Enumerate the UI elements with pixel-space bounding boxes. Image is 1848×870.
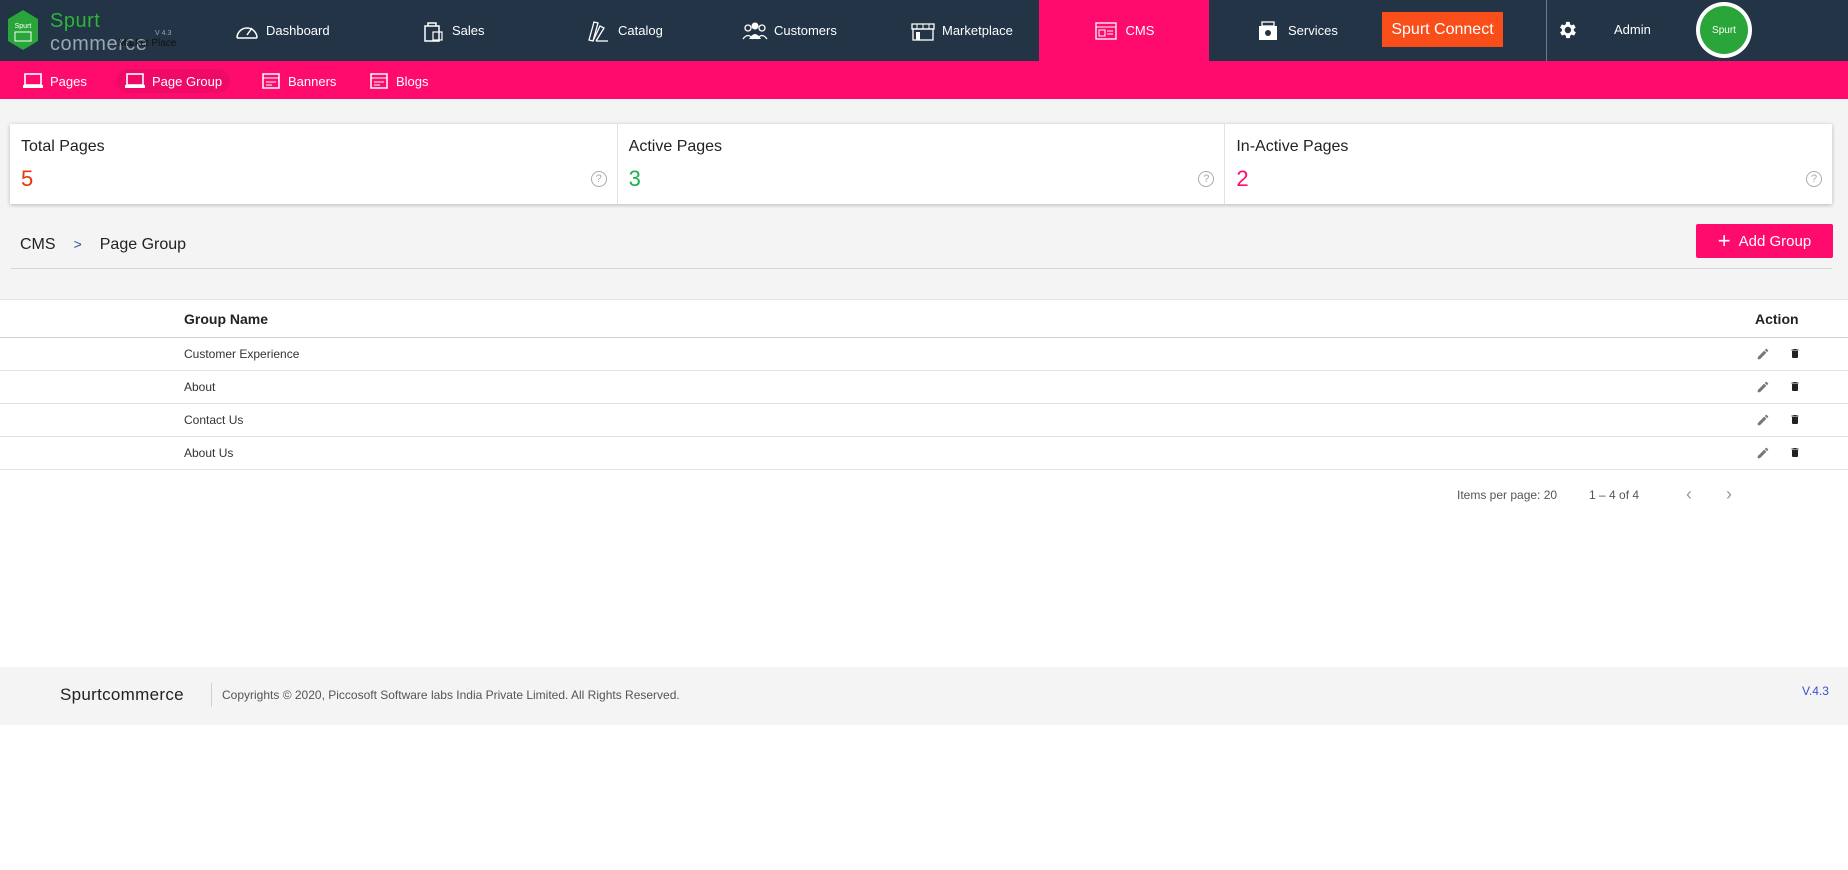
delete-trash-icon[interactable] xyxy=(1789,379,1801,394)
svg-text:Spurt: Spurt xyxy=(15,23,32,30)
logo-wordmark: Spurt commerce xyxy=(50,10,148,55)
cms-document-icon xyxy=(1094,21,1117,40)
footer-brand: Spurtcommerce xyxy=(60,685,184,704)
logo-version: V 4.3 xyxy=(155,30,172,37)
logo[interactable]: Spurt Spurt commerce V 4.3 Market Place xyxy=(0,0,196,61)
blog-icon xyxy=(370,73,388,89)
group-name-cell: Contact Us xyxy=(184,413,244,427)
add-group-button[interactable]: + Add Group xyxy=(1696,224,1833,258)
stat-value: 3 xyxy=(628,166,641,191)
next-page-icon[interactable]: › xyxy=(1726,484,1732,505)
laptop-icon xyxy=(125,73,145,88)
section-divider xyxy=(10,268,1832,269)
stat-inactive-pages: In-Active Pages 2 ? xyxy=(1225,124,1832,204)
delete-trash-icon[interactable] xyxy=(1789,445,1801,460)
spurt-connect-button[interactable]: Spurt Connect xyxy=(1382,12,1503,47)
catalog-swatch-icon xyxy=(588,20,608,42)
group-name-cell: About xyxy=(184,380,216,394)
nav-services[interactable]: Services xyxy=(1256,0,1338,61)
breadcrumb-separator: > xyxy=(73,236,82,252)
avatar[interactable]: Spurt xyxy=(1696,2,1752,58)
subnav-pages[interactable]: Pages xyxy=(14,69,95,93)
table-header: Group Name Action xyxy=(0,300,1848,338)
breadcrumb: CMS > Page Group xyxy=(20,236,186,254)
marketplace-store-icon xyxy=(911,22,935,41)
edit-pencil-icon[interactable] xyxy=(1756,446,1770,460)
footer-version: V.4.3 xyxy=(1802,684,1829,698)
help-icon[interactable]: ? xyxy=(1806,171,1823,187)
column-header-group-name[interactable]: Group Name xyxy=(184,311,268,327)
prev-page-icon[interactable]: ‹ xyxy=(1686,484,1692,505)
group-name-cell: Customer Experience xyxy=(184,347,300,361)
edit-pencil-icon[interactable] xyxy=(1756,413,1770,427)
dashboard-gauge-icon xyxy=(236,26,258,39)
page-group-table: Group Name Action Customer Experience Ab… xyxy=(0,299,1848,470)
stat-value: 2 xyxy=(1236,166,1249,191)
nav-catalog[interactable]: Catalog xyxy=(586,0,663,61)
logo-subtitle: Market Place xyxy=(118,38,177,49)
cms-subnav: Pages Page Group Banners Blogs xyxy=(0,61,1848,99)
items-per-page[interactable]: Items per page: 20 xyxy=(1457,488,1557,502)
subnav-blogs[interactable]: Blogs xyxy=(360,69,437,93)
stat-active-pages: Active Pages 3 ? xyxy=(618,124,1226,204)
table-row: Contact Us xyxy=(0,404,1848,437)
stats-panel: Total Pages 5 ? Active Pages 3 ? In-Acti… xyxy=(10,124,1832,204)
footer-divider xyxy=(211,683,212,707)
plus-icon: + xyxy=(1717,228,1731,253)
subnav-banners[interactable]: Banners xyxy=(252,69,344,93)
delete-trash-icon[interactable] xyxy=(1789,412,1801,427)
nav-customers[interactable]: Customers xyxy=(742,0,837,61)
table-row: About Us xyxy=(0,437,1848,470)
table-row: About xyxy=(0,371,1848,404)
edit-pencil-icon[interactable] xyxy=(1756,380,1770,394)
help-icon[interactable]: ? xyxy=(1198,171,1215,187)
nav-dashboard[interactable]: Dashboard xyxy=(234,0,330,61)
laptop-icon xyxy=(23,73,43,88)
nav-marketplace[interactable]: Marketplace xyxy=(910,0,1013,61)
delete-trash-icon[interactable] xyxy=(1789,346,1801,361)
gear-icon[interactable] xyxy=(1556,19,1578,41)
customers-group-icon xyxy=(742,22,768,39)
nav-cms[interactable]: CMS xyxy=(1039,0,1209,61)
breadcrumb-cms[interactable]: CMS xyxy=(20,236,56,254)
page-range: 1 – 4 of 4 xyxy=(1589,488,1640,502)
banner-icon xyxy=(262,73,280,89)
services-icon xyxy=(1259,20,1277,40)
group-name-cell: About Us xyxy=(184,446,234,460)
top-navbar: Spurt Spurt commerce V 4.3 Market Place … xyxy=(0,0,1848,61)
footer-copyright: Copyrights © 2020, Piccosoft Software la… xyxy=(222,688,680,702)
stat-total-pages: Total Pages 5 ? xyxy=(10,124,618,204)
avatar-logo: Spurt xyxy=(1700,6,1748,54)
nav-sales[interactable]: Sales xyxy=(420,0,485,61)
footer: Spurtcommerce Copyrights © 2020, Piccoso… xyxy=(0,667,1848,725)
stat-value: 5 xyxy=(21,166,34,191)
column-header-action: Action xyxy=(1755,311,1799,327)
shopping-bag-icon xyxy=(424,21,443,42)
breadcrumb-current: Page Group xyxy=(99,236,187,253)
help-icon[interactable]: ? xyxy=(590,171,607,187)
table-row: Customer Experience xyxy=(0,338,1848,371)
subnav-page-group[interactable]: Page Group xyxy=(116,69,231,93)
edit-pencil-icon[interactable] xyxy=(1756,347,1770,361)
admin-label[interactable]: Admin xyxy=(1614,22,1651,37)
logo-hex-icon: Spurt xyxy=(8,10,38,50)
nav-divider xyxy=(1546,0,1547,61)
